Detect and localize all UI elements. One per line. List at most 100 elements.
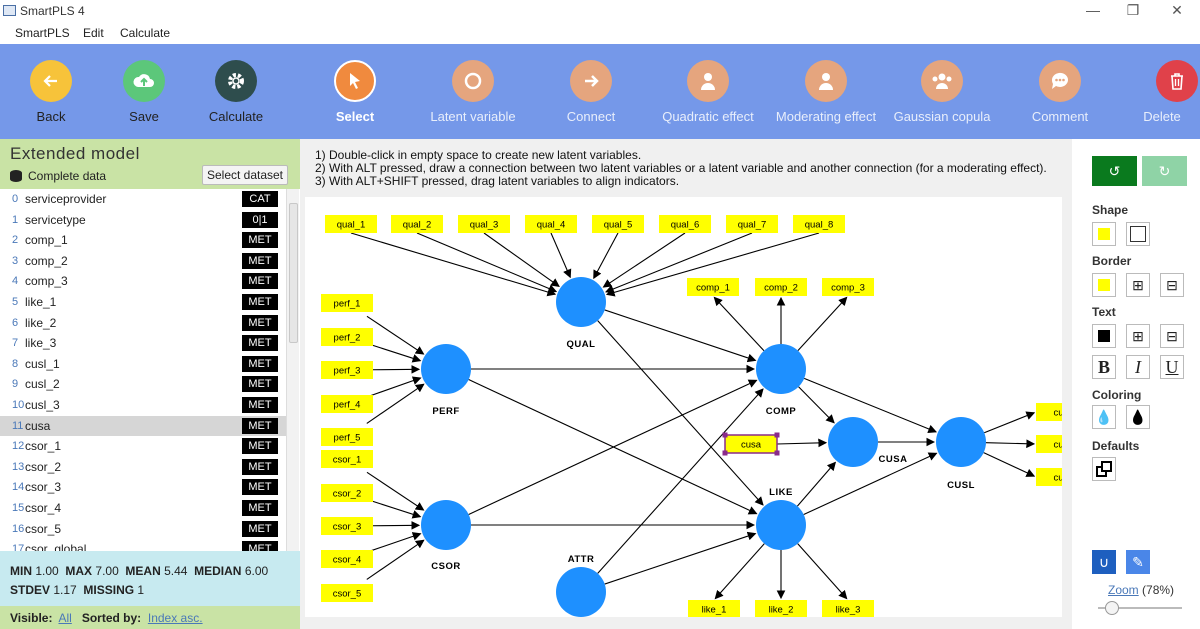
structural-path[interactable] bbox=[798, 386, 835, 424]
indicator-path[interactable] bbox=[602, 232, 686, 288]
delete-button[interactable]: Delete bbox=[1118, 44, 1200, 139]
indicator-box[interactable]: perf_3 bbox=[321, 361, 373, 379]
menu-edit[interactable]: Edit bbox=[83, 26, 104, 40]
minimize-icon[interactable]: — bbox=[1078, 2, 1108, 18]
color-fill-dark-button[interactable]: 💧 bbox=[1126, 405, 1150, 429]
construct-attr[interactable] bbox=[556, 567, 606, 617]
canvas-horizontal-scrollbar[interactable] bbox=[305, 617, 1062, 629]
indicator-path[interactable] bbox=[369, 376, 422, 397]
structural-path[interactable] bbox=[468, 379, 758, 515]
variable-row[interactable]: 2 comp_1 MET bbox=[0, 230, 286, 251]
save-button[interactable]: Save bbox=[102, 44, 186, 139]
indicator-box[interactable]: perf_2 bbox=[321, 328, 373, 346]
border-color-button[interactable] bbox=[1092, 273, 1116, 297]
quadratic-effect-button[interactable]: Quadratic effect bbox=[646, 44, 770, 139]
menu-calculate[interactable]: Calculate bbox=[120, 26, 170, 40]
color-fill-button[interactable]: 💧 bbox=[1092, 405, 1116, 429]
back-button[interactable]: Back bbox=[0, 44, 102, 139]
indicator-box[interactable]: csor_2 bbox=[321, 484, 373, 502]
variable-row[interactable]: 6 like_2 MET bbox=[0, 313, 286, 334]
shape-fill-color-button[interactable] bbox=[1092, 222, 1116, 246]
scroll-thumb[interactable] bbox=[289, 203, 298, 343]
highlighter-button[interactable]: ✎ bbox=[1126, 550, 1150, 574]
construct-comp[interactable] bbox=[756, 344, 806, 394]
indicator-box[interactable]: comp_1 bbox=[687, 278, 739, 296]
indicator-box[interactable]: perf_1 bbox=[321, 294, 373, 312]
indicator-box[interactable]: comp_2 bbox=[755, 278, 807, 296]
indicator-box[interactable]: perf_4 bbox=[321, 395, 373, 413]
indicator-path[interactable] bbox=[366, 315, 425, 355]
moderating-effect-button[interactable]: Moderating effect bbox=[770, 44, 882, 139]
construct-like[interactable] bbox=[756, 500, 806, 550]
visible-filter-link[interactable]: All bbox=[58, 611, 71, 625]
indicator-path[interactable] bbox=[366, 471, 425, 511]
connect-button[interactable]: Connect bbox=[536, 44, 646, 139]
zoom-link[interactable]: Zoom bbox=[1108, 583, 1139, 597]
select-dataset-button[interactable]: Select dataset bbox=[202, 165, 288, 185]
indicator-path[interactable] bbox=[985, 439, 1036, 449]
indicator-path[interactable] bbox=[366, 383, 425, 424]
indicator-box[interactable]: qual_7 bbox=[726, 215, 778, 233]
indicator-box[interactable]: csor_4 bbox=[321, 550, 373, 568]
restore-icon[interactable]: ❐ bbox=[1118, 2, 1148, 19]
latent-variable-button[interactable]: Latent variable bbox=[410, 44, 536, 139]
variable-row[interactable]: 4 comp_3 MET bbox=[0, 271, 286, 292]
variable-row[interactable]: 5 like_1 MET bbox=[0, 292, 286, 313]
indicator-path[interactable] bbox=[984, 411, 1036, 434]
construct-qual[interactable] bbox=[556, 277, 606, 327]
redo-button[interactable]: ↻ bbox=[1142, 156, 1187, 186]
variable-row[interactable]: 9 cusl_2 MET bbox=[0, 374, 286, 395]
model-canvas[interactable]: qual_1 qual_2 qual_3 qual_4 qual_5 qual_6 qual… bbox=[305, 197, 1062, 617]
construct-cusl[interactable] bbox=[936, 417, 986, 467]
close-icon[interactable]: ✕ bbox=[1162, 2, 1192, 19]
comment-button[interactable]: Comment bbox=[1002, 44, 1118, 139]
structural-path[interactable] bbox=[597, 388, 764, 574]
defaults-button[interactable] bbox=[1092, 457, 1116, 481]
variable-row[interactable]: 13 csor_2 MET bbox=[0, 457, 286, 478]
shape-outline-button[interactable] bbox=[1126, 222, 1150, 246]
indicator-path[interactable] bbox=[713, 296, 765, 352]
indicator-path[interactable] bbox=[350, 232, 557, 297]
indicator-path[interactable] bbox=[714, 543, 765, 600]
indicator-path[interactable] bbox=[366, 539, 425, 580]
zoom-slider-thumb[interactable] bbox=[1105, 601, 1119, 615]
indicator-path[interactable] bbox=[983, 452, 1036, 477]
selection-handle[interactable] bbox=[722, 450, 728, 456]
indicator-box[interactable]: cusa bbox=[722, 432, 780, 456]
border-increase-button[interactable]: ⊞ bbox=[1126, 273, 1150, 297]
text-decrease-button[interactable]: ⊟ bbox=[1160, 324, 1184, 348]
indicator-box[interactable]: qual_6 bbox=[659, 215, 711, 233]
select-button[interactable]: Select bbox=[300, 44, 410, 139]
gaussian-copula-button[interactable]: Gaussian copula bbox=[882, 44, 1002, 139]
indicator-box[interactable]: like_2 bbox=[755, 600, 807, 617]
construct-perf[interactable] bbox=[421, 344, 471, 394]
magnet-button[interactable]: ∪ bbox=[1092, 550, 1116, 574]
underline-button[interactable]: U bbox=[1160, 355, 1184, 379]
list-scrollbar[interactable] bbox=[286, 189, 299, 551]
text-color-button[interactable] bbox=[1092, 324, 1116, 348]
structural-path[interactable] bbox=[803, 452, 938, 516]
variable-row[interactable]: 1 servicetype 0|1 bbox=[0, 210, 286, 231]
variable-row[interactable]: 0 serviceprovider CAT bbox=[0, 189, 286, 210]
variable-row[interactable]: 10 cusl_3 MET bbox=[0, 395, 286, 416]
canvas-vertical-scrollbar[interactable] bbox=[1062, 197, 1072, 617]
indicator-path[interactable] bbox=[369, 532, 422, 552]
variable-row[interactable]: 11 cusa MET bbox=[0, 415, 286, 437]
construct-cusa[interactable] bbox=[828, 417, 878, 467]
construct-csor[interactable] bbox=[421, 500, 471, 550]
variable-row[interactable]: 7 like_3 MET bbox=[0, 333, 286, 354]
indicator-box[interactable]: qual_4 bbox=[525, 215, 577, 233]
indicator-box[interactable]: comp_3 bbox=[822, 278, 874, 296]
indicator-path[interactable] bbox=[797, 543, 848, 600]
indicator-path[interactable] bbox=[776, 438, 828, 448]
variable-row[interactable]: 14 csor_3 MET bbox=[0, 477, 286, 498]
border-decrease-button[interactable]: ⊟ bbox=[1160, 273, 1184, 297]
indicator-box[interactable]: qual_3 bbox=[458, 215, 510, 233]
variable-row[interactable]: 15 csor_4 MET bbox=[0, 498, 286, 519]
indicator-path[interactable] bbox=[483, 232, 560, 287]
selection-handle[interactable] bbox=[722, 432, 728, 438]
selection-handle[interactable] bbox=[774, 450, 780, 456]
menu-smartpls[interactable]: SmartPLS bbox=[15, 26, 70, 40]
calculate-button[interactable]: Calculate bbox=[186, 44, 286, 139]
indicator-path[interactable] bbox=[416, 232, 558, 293]
